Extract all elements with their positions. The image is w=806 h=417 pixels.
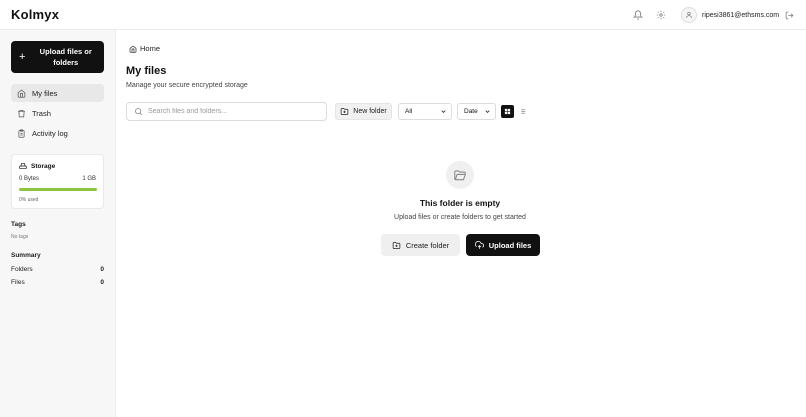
summary-label: Folders [11,266,33,273]
chevron-down-icon [484,108,491,115]
sidebar-item-activity-log[interactable]: Activity log [11,124,104,142]
folder-plus-icon [392,241,401,250]
bell-icon[interactable] [632,9,644,21]
search-icon [134,107,143,116]
storage-card: Storage 0 Bytes 1 GB 0% used [11,154,104,209]
empty-state-subtitle: Upload files or create folders to get st… [394,214,526,221]
summary-heading: Summary [11,252,41,259]
chevron-down-icon [440,108,447,115]
upload-files-label: Upload files or folders [39,47,92,67]
storage-total: 1 GB [82,176,96,182]
gear-icon[interactable] [655,9,667,21]
filter-select[interactable]: All [398,103,452,120]
storage-progress-bar [19,188,97,191]
sort-select[interactable]: Date [457,103,496,120]
sidebar-item-trash[interactable]: Trash [11,104,104,122]
search-box[interactable] [126,102,327,121]
hard-drive-icon [19,162,27,170]
folder-open-icon [446,161,474,189]
user-menu[interactable]: ripesi3861@ethsms.com [681,6,779,24]
grid-icon [504,108,511,115]
sidebar-item-my-files[interactable]: My files [11,84,104,102]
create-folder-label: Create folder [405,240,450,250]
list-view-button[interactable] [516,105,529,118]
main-content: Home My files Manage your secure encrypt… [116,30,806,417]
sidebar: + Upload files or folders My files Trash… [0,30,116,417]
summary-label: Files [11,279,25,286]
sidebar-item-label: Activity log [32,128,68,138]
user-icon [681,7,697,23]
clipboard-icon [17,128,26,138]
storage-title-text: Storage [31,162,56,170]
logout-icon[interactable] [783,9,795,21]
top-bar: Kolmyx ripesi3861@ethsms.com [0,0,806,30]
summary-row-files: Files 0 [11,279,104,286]
list-icon [519,108,526,115]
sidebar-item-label: My files [32,88,58,98]
storage-progress-fill [19,188,97,191]
app-logo[interactable]: Kolmyx [11,7,59,22]
trash-icon [17,109,26,118]
breadcrumb-home[interactable]: Home [140,44,160,53]
plus-icon: + [19,51,26,63]
cloud-upload-icon [474,240,484,250]
search-input[interactable] [148,108,318,115]
page-subtitle: Manage your secure encrypted storage [126,82,248,89]
summary-value: 0 [100,266,104,273]
tags-heading: Tags [11,221,26,228]
tags-empty-text: No tags [11,234,29,240]
storage-title: Storage [19,162,55,170]
sort-value: Date [464,108,478,115]
storage-used: 0 Bytes [19,176,40,182]
summary-row-folders: Folders 0 [11,266,104,273]
storage-percent: 0% used [19,197,39,203]
upload-files-cta-button[interactable]: Upload files [466,234,540,256]
folder-plus-icon [340,107,349,116]
filter-value: All [405,108,413,115]
home-icon [17,89,26,98]
summary-value: 0 [100,279,104,286]
user-email: ripesi3861@ethsms.com [702,11,780,19]
empty-state-title: This folder is empty [419,198,501,208]
grid-view-button[interactable] [501,105,514,118]
home-icon [129,45,137,53]
page-title: My files [126,65,167,77]
new-folder-button[interactable]: New folder [335,103,392,120]
upload-files-cta-label: Upload files [488,240,532,250]
upload-files-button[interactable]: + Upload files or folders [11,41,104,73]
breadcrumb[interactable]: Home [129,44,160,53]
new-folder-label: New folder [353,108,387,115]
sidebar-item-label: Trash [32,108,51,118]
create-folder-button[interactable]: Create folder [381,234,460,256]
